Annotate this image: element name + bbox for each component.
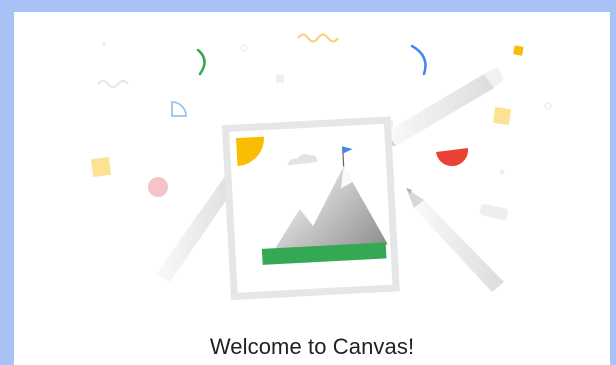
welcome-title: Welcome to Canvas! (209, 334, 415, 359)
brush-right (406, 188, 504, 292)
canvas-welcome-illustration (90, 33, 552, 301)
gray-rect-confetti (479, 203, 509, 221)
gray-squiggle-confetti (97, 80, 129, 88)
welcome-panel: Welcome to Canvas! (14, 12, 610, 365)
gray-dot-confetti-3 (102, 42, 106, 46)
gray-square-confetti (276, 75, 284, 83)
light-yellow-square-confetti (492, 106, 512, 126)
light-yellow-square-confetti-left (90, 156, 112, 178)
pink-circle-confetti (148, 177, 168, 197)
red-half-circle-confetti (436, 148, 469, 167)
gray-dot-confetti-2 (544, 102, 552, 110)
blue-quarter-circle-confetti (171, 101, 187, 117)
yellow-square-confetti (513, 45, 524, 56)
pencil-right (378, 67, 504, 146)
window-frame-left (0, 0, 14, 365)
gray-dot-confetti-4 (499, 169, 505, 175)
blue-arc-confetti (410, 44, 427, 76)
yellow-squiggle-confetti (297, 33, 339, 43)
green-arc-confetti (196, 48, 206, 76)
gray-dot-confetti (240, 44, 248, 52)
window-frame-top (0, 0, 616, 12)
window-frame-right (610, 0, 616, 365)
picture-frame (221, 116, 400, 301)
